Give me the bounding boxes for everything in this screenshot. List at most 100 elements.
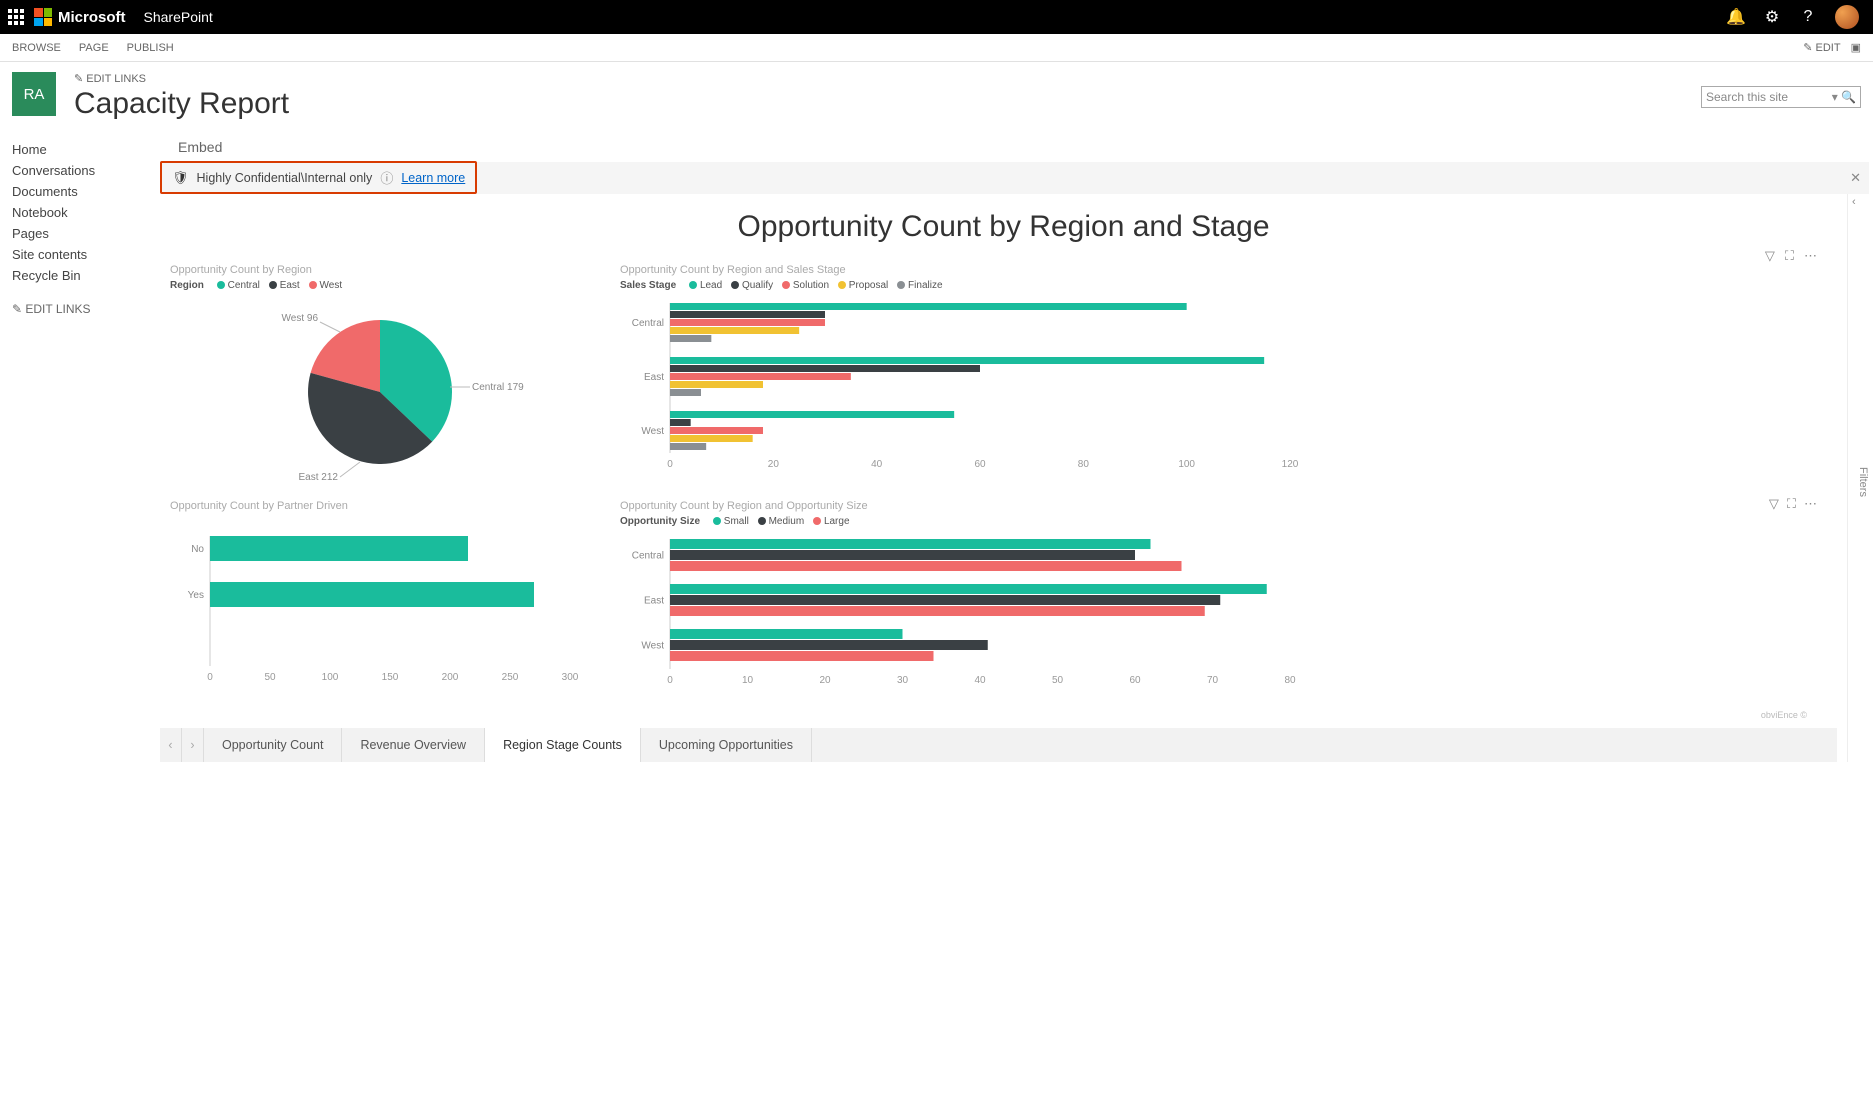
svg-text:East: East [644, 596, 664, 607]
chart-bar-partner[interactable]: Opportunity Count by Partner Driven No Ye… [170, 500, 590, 706]
edit-page-button[interactable]: ✎ EDIT [1803, 41, 1840, 54]
report-tabs: ‹ › Opportunity Count Revenue Overview R… [160, 728, 1837, 762]
sensitivity-label-text: Highly Confidential\Internal only [197, 171, 373, 185]
search-dropdown-icon[interactable]: ▾ 🔍 [1832, 90, 1856, 104]
notifications-icon[interactable]: 🔔 [1727, 8, 1745, 26]
chart-title: Opportunity Count by Region and Sales St… [620, 264, 1817, 276]
svg-text:40: 40 [974, 675, 986, 686]
svg-text:0: 0 [667, 675, 673, 686]
tab-revenue-overview[interactable]: Revenue Overview [342, 728, 485, 762]
page-header: RA EDIT LINKS Capacity Report Search thi… [0, 62, 1873, 135]
svg-text:60: 60 [974, 459, 986, 470]
svg-text:60: 60 [1129, 675, 1141, 686]
app-launcher-icon[interactable] [8, 9, 24, 25]
tab-prev-icon[interactable]: ‹ [160, 728, 182, 762]
svg-text:0: 0 [667, 459, 673, 470]
shield-icon: 🛡 [172, 170, 189, 186]
chart-pie-region[interactable]: Opportunity Count by Region Region Centr… [170, 264, 590, 490]
tab-next-icon[interactable]: › [182, 728, 204, 762]
svg-text:50: 50 [264, 672, 276, 683]
chart-bar-region-stage[interactable]: Opportunity Count by Region and Sales St… [620, 264, 1817, 490]
svg-text:70: 70 [1207, 675, 1219, 686]
visual-more-icon[interactable]: ⋯ [1804, 496, 1817, 512]
brand-name: Microsoft [58, 9, 126, 26]
svg-text:West: West [641, 641, 664, 652]
svg-text:10: 10 [742, 675, 754, 686]
filters-label: Filters [1857, 467, 1869, 497]
page-title: Capacity Report [74, 87, 289, 121]
sensitivity-banner: 🛡 Highly Confidential\Internal only ⓘ Le… [160, 161, 1869, 194]
site-logo[interactable]: RA [12, 72, 56, 116]
svg-text:80: 80 [1078, 459, 1090, 470]
banner-close-icon[interactable]: ✕ [1850, 170, 1861, 186]
site-search-input[interactable]: Search this site ▾ 🔍 [1701, 86, 1861, 108]
svg-text:80: 80 [1284, 675, 1296, 686]
ribbon-tab-browse[interactable]: BROWSE [12, 42, 61, 54]
filters-pane-collapsed[interactable]: ‹ Filters [1847, 194, 1869, 762]
focus-mode-icon[interactable]: ▣ [1851, 41, 1861, 54]
ribbon-tab-publish[interactable]: PUBLISH [127, 42, 174, 54]
svg-text:West: West [641, 426, 664, 437]
global-topbar: Microsoft SharePoint 🔔 ⚙ ? [0, 0, 1873, 34]
embed-section-label: Embed [178, 139, 1869, 155]
svg-text:Central 179: Central 179 [472, 382, 524, 393]
tab-upcoming-opportunities[interactable]: Upcoming Opportunities [641, 728, 812, 762]
microsoft-logo-icon [34, 8, 52, 26]
svg-text:Central: Central [632, 318, 664, 329]
leftnav-item-home[interactable]: Home [12, 139, 138, 160]
svg-text:200: 200 [442, 672, 459, 683]
svg-text:100: 100 [1178, 459, 1195, 470]
tab-region-stage-counts[interactable]: Region Stage Counts [485, 728, 641, 762]
edit-links-nav[interactable]: EDIT LINKS [12, 302, 138, 316]
chart-legend: Sales Stage Lead Qualify Solution Propos… [620, 280, 1817, 291]
chart-title: Opportunity Count by Region [170, 264, 590, 276]
svg-text:30: 30 [897, 675, 909, 686]
pie-svg: West 96 Central 179 East 212 [170, 297, 570, 487]
attribution-text: obviEnce © [160, 710, 1847, 720]
svg-text:Yes: Yes [188, 590, 204, 601]
settings-gear-icon[interactable]: ⚙ [1763, 8, 1781, 26]
leftnav-item-documents[interactable]: Documents [12, 181, 138, 202]
chart-bar-region-size[interactable]: ▽ ⛶ ⋯ Opportunity Count by Region and Op… [620, 500, 1817, 706]
svg-text:100: 100 [322, 672, 339, 683]
svg-text:250: 250 [502, 672, 519, 683]
svg-text:No: No [191, 544, 204, 555]
visual-filter-icon[interactable]: ▽ [1765, 248, 1775, 264]
chart-legend: Region Central East West [170, 280, 590, 291]
svg-text:20: 20 [768, 459, 780, 470]
svg-text:West 96: West 96 [282, 313, 319, 324]
svg-text:East: East [644, 372, 664, 383]
app-name[interactable]: SharePoint [144, 9, 213, 25]
svg-text:120: 120 [1282, 459, 1299, 470]
tab-opportunity-count[interactable]: Opportunity Count [204, 728, 342, 762]
search-placeholder: Search this site [1706, 90, 1788, 104]
left-navigation: Home Conversations Documents Notebook Pa… [0, 135, 150, 762]
bar-stage-svg: CentralEastWest020406080100120 [620, 297, 1320, 477]
chevron-left-icon[interactable]: ‹ [1852, 196, 1856, 208]
svg-text:Central: Central [632, 551, 664, 562]
ribbon-bar: BROWSE PAGE PUBLISH ✎ EDIT ▣ [0, 34, 1873, 62]
leftnav-item-site-contents[interactable]: Site contents [12, 244, 138, 265]
svg-text:300: 300 [562, 672, 579, 683]
ribbon-tab-page[interactable]: PAGE [79, 42, 109, 54]
svg-text:50: 50 [1052, 675, 1064, 686]
leftnav-item-conversations[interactable]: Conversations [12, 160, 138, 181]
visual-more-icon[interactable]: ⋯ [1804, 248, 1817, 264]
visual-focus-icon[interactable]: ⛶ [1787, 496, 1796, 512]
visual-focus-icon[interactable]: ⛶ [1785, 248, 1794, 264]
report-title: Opportunity Count by Region and Stage [160, 210, 1847, 244]
leftnav-item-recycle-bin[interactable]: Recycle Bin [12, 265, 138, 286]
user-avatar[interactable] [1835, 5, 1859, 29]
help-icon[interactable]: ? [1799, 8, 1817, 26]
learn-more-link[interactable]: Learn more [401, 171, 465, 185]
edit-links-top[interactable]: EDIT LINKS [74, 72, 289, 85]
info-icon[interactable]: ⓘ [380, 168, 393, 187]
svg-text:East 212: East 212 [299, 472, 339, 483]
leftnav-item-pages[interactable]: Pages [12, 223, 138, 244]
svg-text:150: 150 [382, 672, 399, 683]
chart-title: Opportunity Count by Partner Driven [170, 500, 590, 512]
leftnav-item-notebook[interactable]: Notebook [12, 202, 138, 223]
bar-size-svg: CentralEastWest01020304050607080 [620, 533, 1320, 703]
chart-legend: Opportunity Size Small Medium Large [620, 516, 1817, 527]
visual-filter-icon[interactable]: ▽ [1769, 496, 1779, 512]
